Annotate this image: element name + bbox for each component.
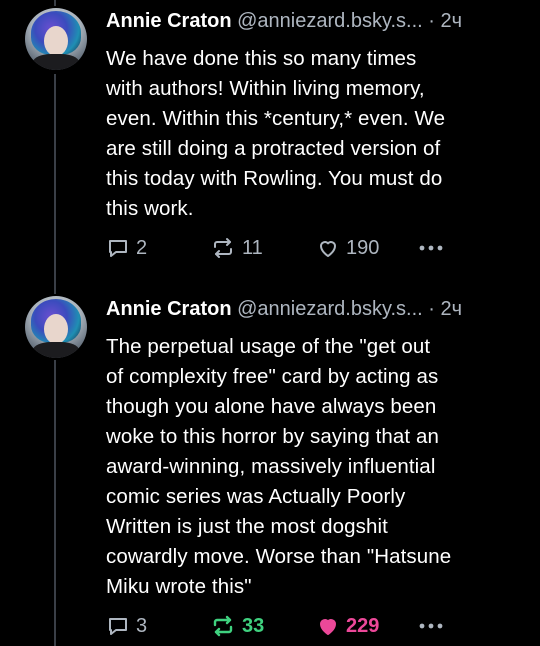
repost-count: 11 xyxy=(242,236,263,259)
more-icon xyxy=(419,245,443,251)
like-count: 229 xyxy=(346,614,380,637)
repost-count: 33 xyxy=(242,614,265,637)
avatar[interactable] xyxy=(25,8,87,70)
like-button[interactable]: 190 xyxy=(316,234,379,262)
repost-button[interactable]: 33 xyxy=(210,612,264,640)
author-name[interactable]: Annie Craton xyxy=(106,298,232,320)
repost-icon xyxy=(214,238,232,258)
post-actions: 2 11 190 xyxy=(106,234,526,262)
reply-button[interactable]: 3 xyxy=(106,612,147,640)
separator-dot: · xyxy=(428,298,435,320)
reply-count: 2 xyxy=(136,236,148,259)
reply-button[interactable]: 2 xyxy=(106,234,147,262)
repost-icon xyxy=(213,615,233,637)
like-button[interactable]: 229 xyxy=(316,612,379,640)
reply-icon xyxy=(109,618,127,635)
post[interactable]: Annie Craton @anniezard.bsky.s... · 2ч T… xyxy=(0,290,540,646)
reply-count: 3 xyxy=(136,614,148,637)
reply-icon xyxy=(109,240,127,257)
author-handle[interactable]: @anniezard.bsky.s... xyxy=(237,298,423,320)
like-count: 190 xyxy=(346,236,380,259)
author-handle[interactable]: @anniezard.bsky.s... xyxy=(237,10,423,32)
post-text: We have done this so many times with aut… xyxy=(106,47,446,220)
like-icon xyxy=(320,619,336,635)
more-icon xyxy=(419,623,443,629)
post-time[interactable]: 2ч xyxy=(441,298,463,320)
like-icon xyxy=(320,241,336,257)
avatar[interactable] xyxy=(25,296,87,358)
more-options-button[interactable] xyxy=(418,612,444,640)
post-header: Annie Craton @anniezard.bsky.s... · 2ч xyxy=(106,298,462,321)
post-header: Annie Craton @anniezard.bsky.s... · 2ч xyxy=(106,10,462,33)
post-text: The perpetual usage of the "get out of c… xyxy=(106,335,452,598)
post-time[interactable]: 2ч xyxy=(441,10,463,32)
post[interactable]: Annie Craton @anniezard.bsky.s... · 2ч W… xyxy=(0,0,540,290)
more-options-button[interactable] xyxy=(418,234,444,262)
author-name[interactable]: Annie Craton xyxy=(106,10,232,32)
repost-button[interactable]: 11 xyxy=(210,234,263,262)
post-actions: 3 33 229 xyxy=(106,612,526,640)
separator-dot: · xyxy=(428,10,435,32)
